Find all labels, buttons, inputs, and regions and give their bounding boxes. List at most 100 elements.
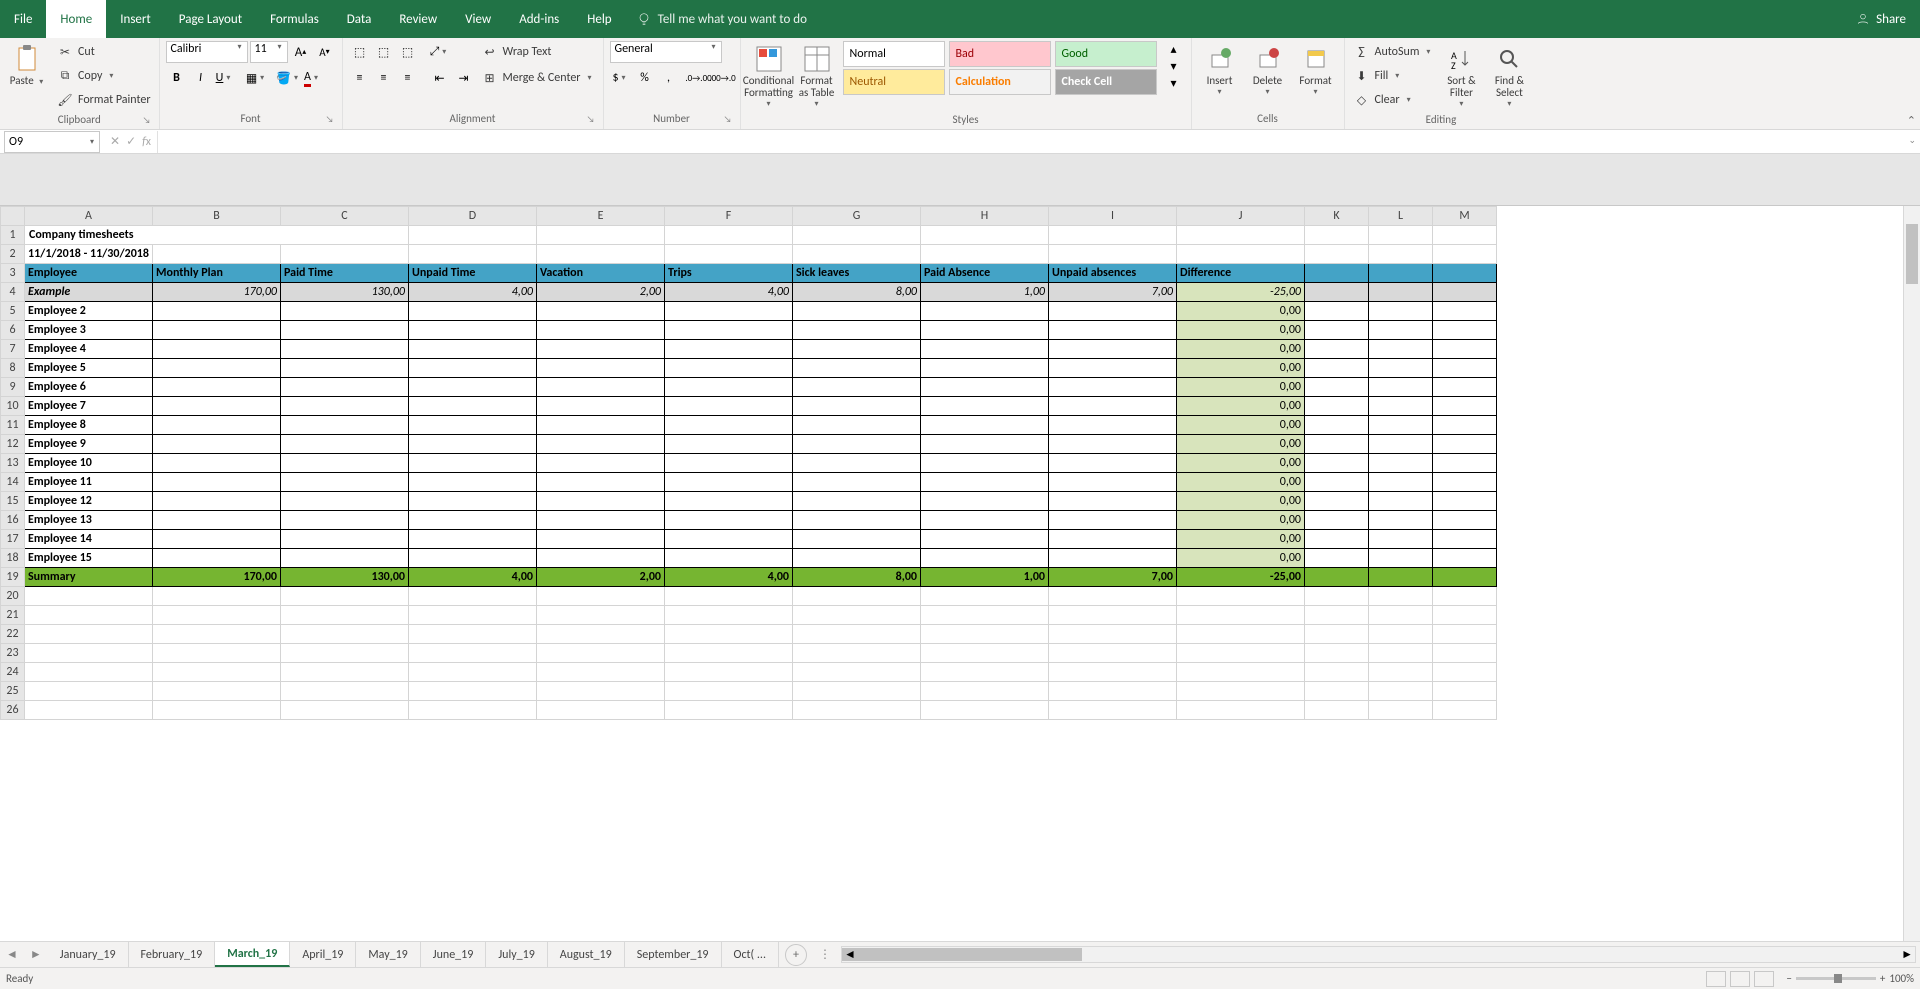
- page-break-view-icon[interactable]: [1754, 971, 1774, 987]
- cell[interactable]: [1305, 568, 1369, 587]
- cell[interactable]: [409, 663, 537, 682]
- cell[interactable]: [153, 511, 281, 530]
- sheet-nav-next-icon[interactable]: ►: [24, 947, 48, 962]
- vertical-scrollbar[interactable]: [1903, 206, 1920, 941]
- cell[interactable]: [793, 226, 921, 245]
- cell[interactable]: [1049, 359, 1177, 378]
- cell[interactable]: [1433, 454, 1497, 473]
- cell[interactable]: 1,00: [921, 568, 1049, 587]
- cell[interactable]: [1177, 682, 1305, 701]
- cell[interactable]: [537, 663, 665, 682]
- cell[interactable]: [153, 321, 281, 340]
- cell[interactable]: [409, 245, 537, 264]
- accept-formula-icon[interactable]: ✓: [126, 134, 136, 149]
- cell[interactable]: [409, 454, 537, 473]
- cell[interactable]: [1049, 492, 1177, 511]
- delete-cells-button[interactable]: Delete▾: [1246, 41, 1290, 99]
- cell[interactable]: Employee 6: [25, 378, 153, 397]
- collapse-ribbon-icon[interactable]: ⌃: [1907, 114, 1916, 127]
- zoom-level[interactable]: 100%: [1889, 972, 1914, 985]
- cell[interactable]: 130,00: [281, 283, 409, 302]
- name-box[interactable]: O9▾: [4, 131, 100, 153]
- menu-tab-view[interactable]: View: [451, 0, 505, 38]
- cell[interactable]: [281, 302, 409, 321]
- cell[interactable]: Employee 3: [25, 321, 153, 340]
- cell[interactable]: [153, 245, 281, 264]
- row-header[interactable]: 23: [1, 644, 25, 663]
- decrease-indent-icon[interactable]: ⇤: [429, 67, 451, 89]
- cell[interactable]: [153, 435, 281, 454]
- column-header[interactable]: K: [1305, 207, 1369, 226]
- cell[interactable]: [1369, 663, 1433, 682]
- cell[interactable]: [1049, 663, 1177, 682]
- format-cells-button[interactable]: Format▾: [1294, 41, 1338, 99]
- cell[interactable]: Employee 5: [25, 359, 153, 378]
- cell[interactable]: [1049, 226, 1177, 245]
- cell[interactable]: [921, 359, 1049, 378]
- cell[interactable]: [1433, 492, 1497, 511]
- cell[interactable]: 0,00: [1177, 378, 1305, 397]
- cell[interactable]: [537, 378, 665, 397]
- cell[interactable]: [665, 549, 793, 568]
- row-header[interactable]: 4: [1, 283, 25, 302]
- cell[interactable]: [1049, 644, 1177, 663]
- sheet-tab[interactable]: March_19: [215, 942, 290, 967]
- cell[interactable]: 0,00: [1177, 454, 1305, 473]
- cell[interactable]: [153, 587, 281, 606]
- cell[interactable]: [1049, 473, 1177, 492]
- row-header[interactable]: 8: [1, 359, 25, 378]
- cell[interactable]: [1433, 644, 1497, 663]
- column-header[interactable]: L: [1369, 207, 1433, 226]
- cell[interactable]: [665, 435, 793, 454]
- row-header[interactable]: 1: [1, 226, 25, 245]
- cell[interactable]: [409, 511, 537, 530]
- sheet-list-icon[interactable]: ⋮: [813, 947, 837, 962]
- cell[interactable]: [1305, 245, 1369, 264]
- cell[interactable]: [537, 511, 665, 530]
- cell[interactable]: [921, 340, 1049, 359]
- cell[interactable]: [1369, 416, 1433, 435]
- cell[interactable]: [409, 416, 537, 435]
- cell[interactable]: [281, 416, 409, 435]
- cell[interactable]: [921, 473, 1049, 492]
- menu-tab-review[interactable]: Review: [385, 0, 451, 38]
- dialog-launcher-icon[interactable]: ↘: [143, 115, 151, 126]
- cell[interactable]: [281, 701, 409, 720]
- sheet-nav-prev-icon[interactable]: ◄: [0, 947, 24, 962]
- cell[interactable]: Employee 7: [25, 397, 153, 416]
- cell[interactable]: [153, 340, 281, 359]
- cell[interactable]: [1049, 397, 1177, 416]
- cell[interactable]: [537, 321, 665, 340]
- cell[interactable]: [537, 682, 665, 701]
- percent-format-icon[interactable]: %: [634, 67, 656, 89]
- cell[interactable]: [1433, 568, 1497, 587]
- cell[interactable]: [921, 701, 1049, 720]
- cell[interactable]: [1305, 530, 1369, 549]
- sheet-tab[interactable]: February_19: [129, 942, 216, 967]
- cell[interactable]: [665, 530, 793, 549]
- find-select-button[interactable]: Find & Select▾: [1487, 41, 1531, 111]
- cell[interactable]: [921, 378, 1049, 397]
- cell-style-good[interactable]: Good: [1055, 41, 1157, 67]
- cell[interactable]: [281, 397, 409, 416]
- cell[interactable]: Employee 13: [25, 511, 153, 530]
- cell[interactable]: [1177, 625, 1305, 644]
- cell[interactable]: [665, 378, 793, 397]
- cell[interactable]: [793, 511, 921, 530]
- cell[interactable]: [1433, 701, 1497, 720]
- cell[interactable]: [1369, 644, 1433, 663]
- cell[interactable]: [1305, 397, 1369, 416]
- cell[interactable]: [921, 682, 1049, 701]
- normal-view-icon[interactable]: [1706, 971, 1726, 987]
- cell[interactable]: [281, 644, 409, 663]
- cell[interactable]: -25,00: [1177, 283, 1305, 302]
- cell[interactable]: [665, 302, 793, 321]
- cell[interactable]: [25, 663, 153, 682]
- cell[interactable]: [665, 606, 793, 625]
- sheet-tab[interactable]: April_19: [290, 942, 356, 967]
- cell[interactable]: [1433, 625, 1497, 644]
- cell[interactable]: [1305, 435, 1369, 454]
- cell[interactable]: [1433, 530, 1497, 549]
- increase-font-icon[interactable]: A▴: [290, 41, 312, 63]
- column-header[interactable]: A: [25, 207, 153, 226]
